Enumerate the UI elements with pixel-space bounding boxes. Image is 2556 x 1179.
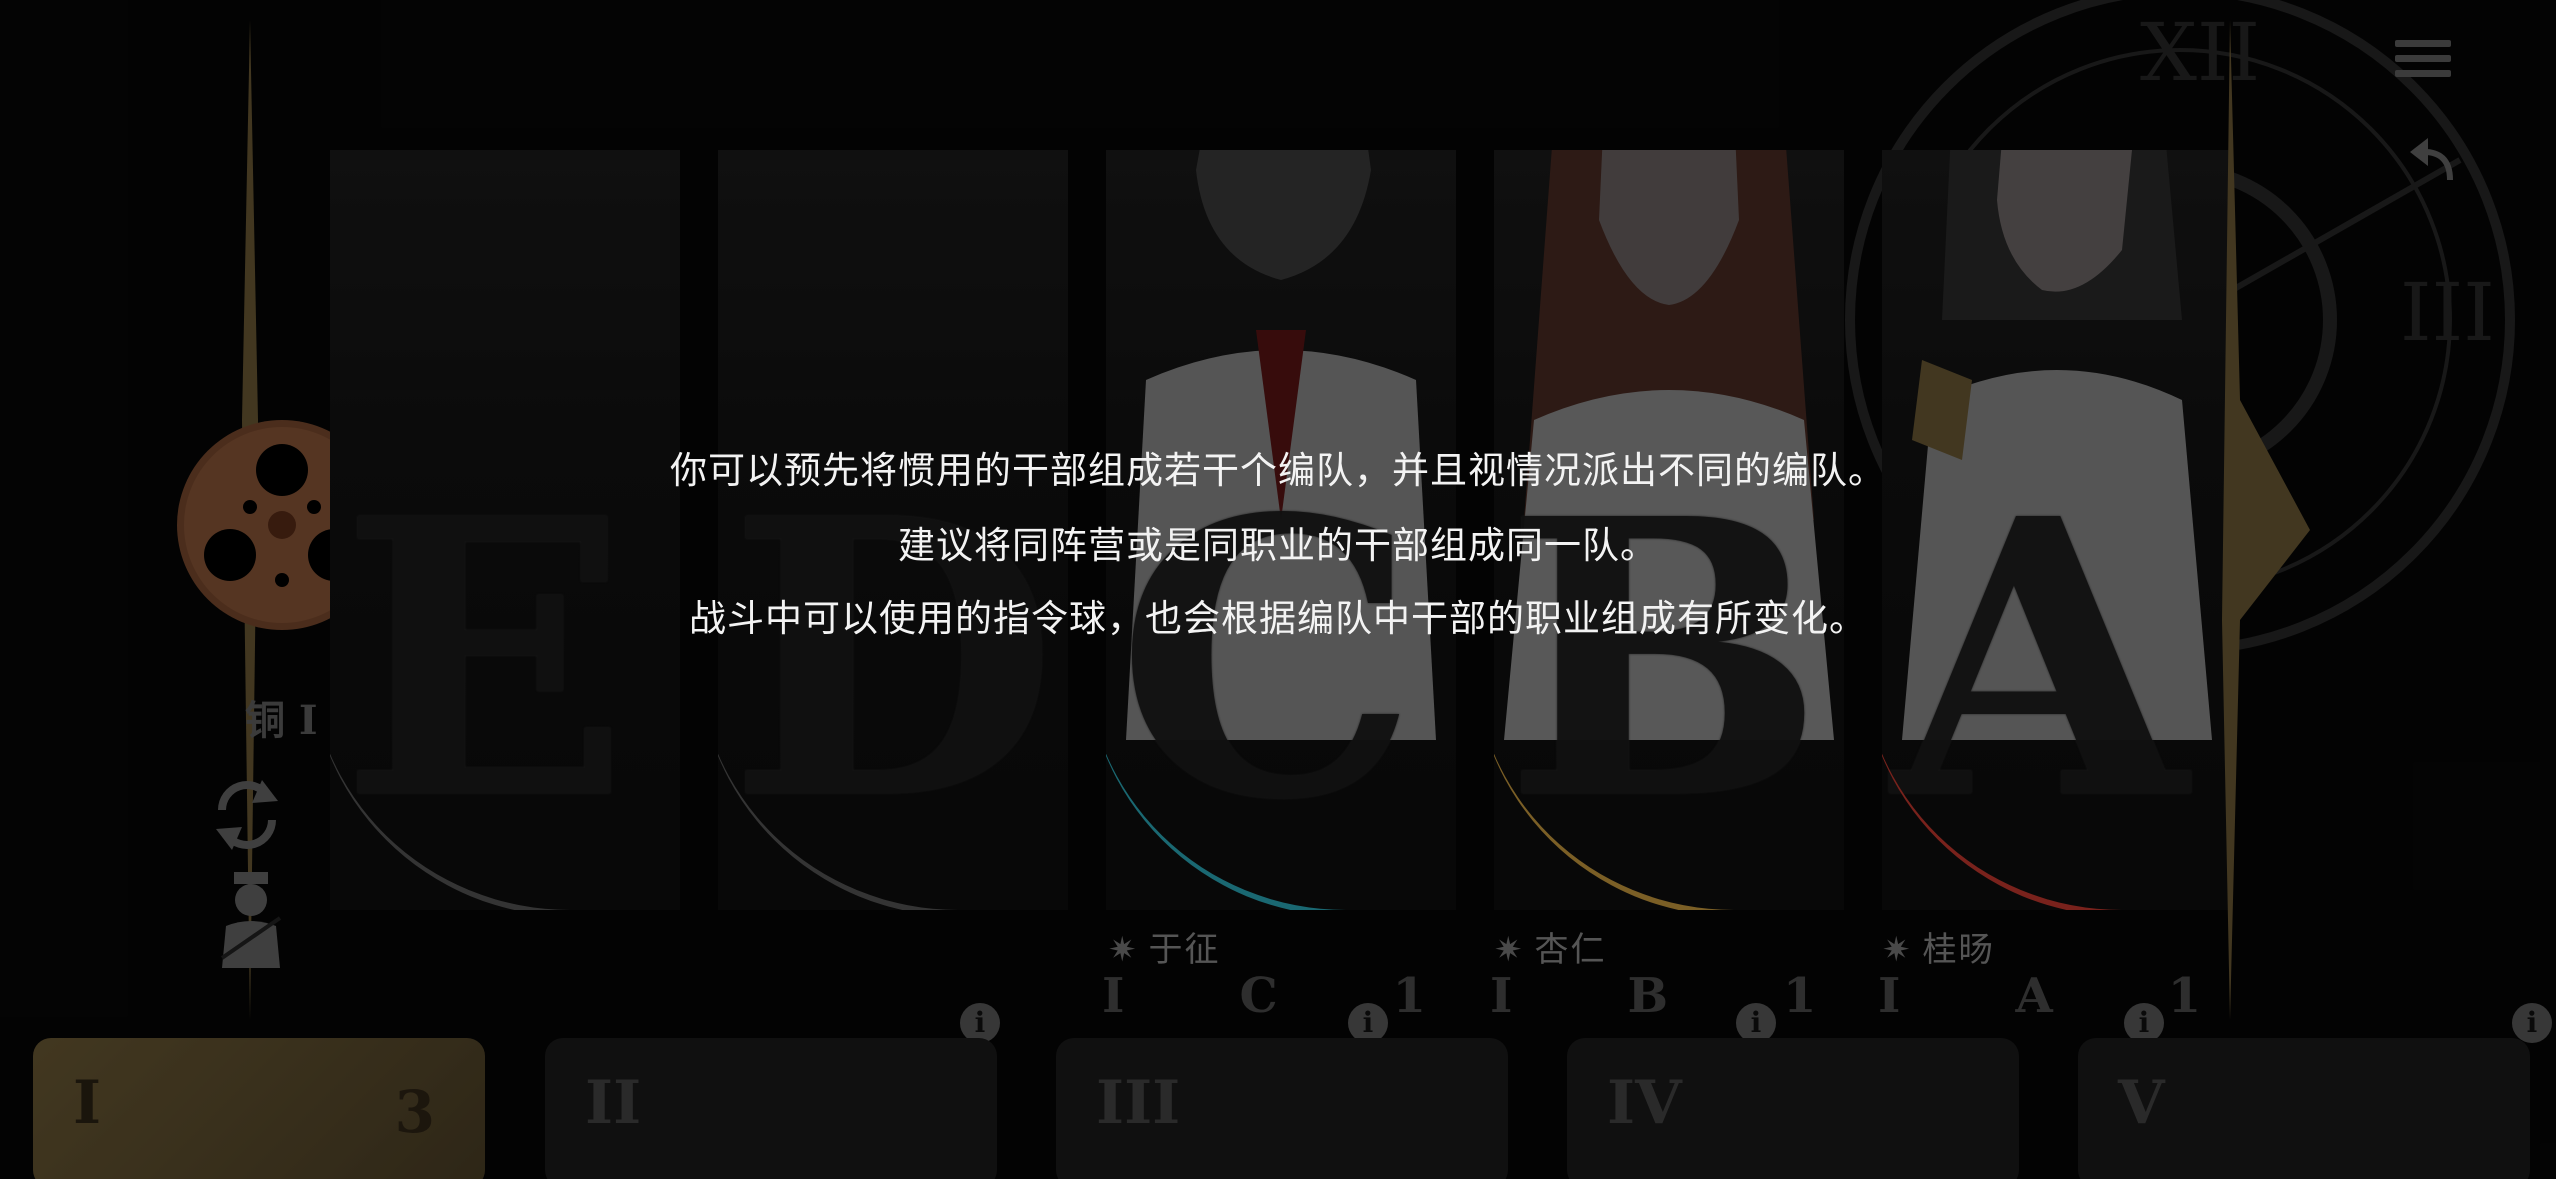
formation-screen: XII III 铜 I E i D i C i B i A i ✷ 于征 I C… — [0, 0, 2556, 1179]
hint-line-2: 建议将同阵营或是同职业的干部组成同一队。 — [898, 524, 1658, 567]
hint-line-3: 战斗中可以使用的指令球，也会根据编队中干部的职业组成有所变化。 — [689, 597, 1867, 640]
hint-line-1: 你可以预先将惯用的干部组成若干个编队，并且视情况派出不同的编队。 — [670, 449, 1886, 492]
